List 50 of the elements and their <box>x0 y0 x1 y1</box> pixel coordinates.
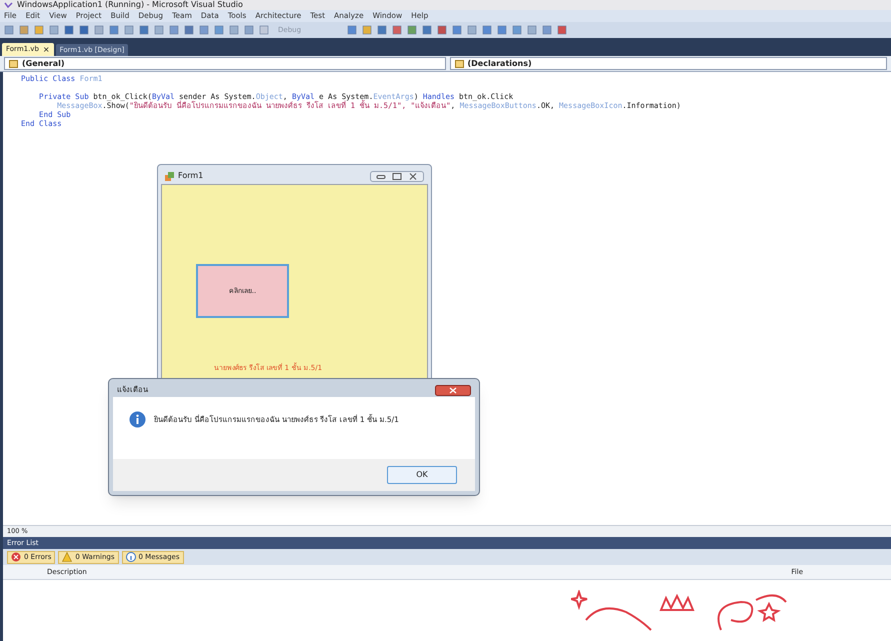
toolbar-square-icon[interactable] <box>512 25 522 35</box>
toolbar-square-icon[interactable] <box>407 25 417 35</box>
toolbar-square-icon[interactable] <box>169 25 179 35</box>
form-icon <box>165 172 174 180</box>
toolbar-square-icon[interactable] <box>109 25 119 35</box>
info-icon <box>129 411 146 428</box>
toolbar-square-icon[interactable] <box>154 25 164 35</box>
close-tab-button[interactable]: × <box>42 46 50 54</box>
toolbar-square-icon[interactable] <box>452 25 462 35</box>
toolbar-square-icon[interactable] <box>94 25 104 35</box>
toolbar-square-icon[interactable] <box>437 25 447 35</box>
toolbar-square-icon[interactable] <box>392 25 402 35</box>
close-icon[interactable] <box>435 384 471 396</box>
class-dropdown[interactable]: (General) <box>4 57 446 70</box>
toolbar-square-icon[interactable] <box>377 25 387 35</box>
close-icon[interactable] <box>407 172 419 180</box>
toolbar-square-icon[interactable] <box>34 25 44 35</box>
toolbar-square-icon[interactable] <box>4 25 14 35</box>
toolbar-square-icon[interactable] <box>542 25 552 35</box>
info-icon <box>126 552 136 562</box>
toolbar-square-icon[interactable] <box>259 25 269 35</box>
form-title: Form1 <box>178 170 204 182</box>
toolbar-square-icon[interactable] <box>214 25 224 35</box>
member-icon <box>454 60 464 68</box>
toolbar-square-icon[interactable] <box>49 25 59 35</box>
toolbar-square-icon[interactable] <box>557 25 567 35</box>
toolbar-square-icon[interactable] <box>199 25 209 35</box>
maximize-icon[interactable] <box>391 172 403 180</box>
toolbar-square-icon[interactable] <box>124 25 134 35</box>
member-dropdown[interactable]: (Declarations) <box>450 57 887 70</box>
toolbar-square-icon[interactable] <box>497 25 507 35</box>
toolbar-square-icon[interactable] <box>64 25 74 35</box>
toolbar-square-icon[interactable] <box>347 25 357 35</box>
toolbar-square-icon[interactable] <box>19 25 29 35</box>
error-icon <box>11 552 21 562</box>
toolbar-square-icon[interactable] <box>139 25 149 35</box>
warning-icon <box>62 552 72 562</box>
toolbar-square-icon[interactable] <box>467 25 477 35</box>
toolbar-square-icon[interactable] <box>362 25 372 35</box>
toolbar-square-icon[interactable] <box>79 25 89 35</box>
toolbar-square-icon[interactable] <box>527 25 537 35</box>
class-icon <box>9 60 18 68</box>
ok-button[interactable]: OK <box>387 466 457 484</box>
window-title: WindowsApplication1 (Running) - Microsoft Visual Studio <box>17 1 243 9</box>
toolbar-square-icon[interactable] <box>244 25 254 35</box>
app-logo-icon <box>4 2 13 8</box>
toolbar-square-icon[interactable] <box>184 25 194 35</box>
toolbar-square-icon[interactable] <box>229 25 239 35</box>
toolbar-square-icon[interactable] <box>422 25 432 35</box>
toolbar-square-icon[interactable] <box>482 25 492 35</box>
